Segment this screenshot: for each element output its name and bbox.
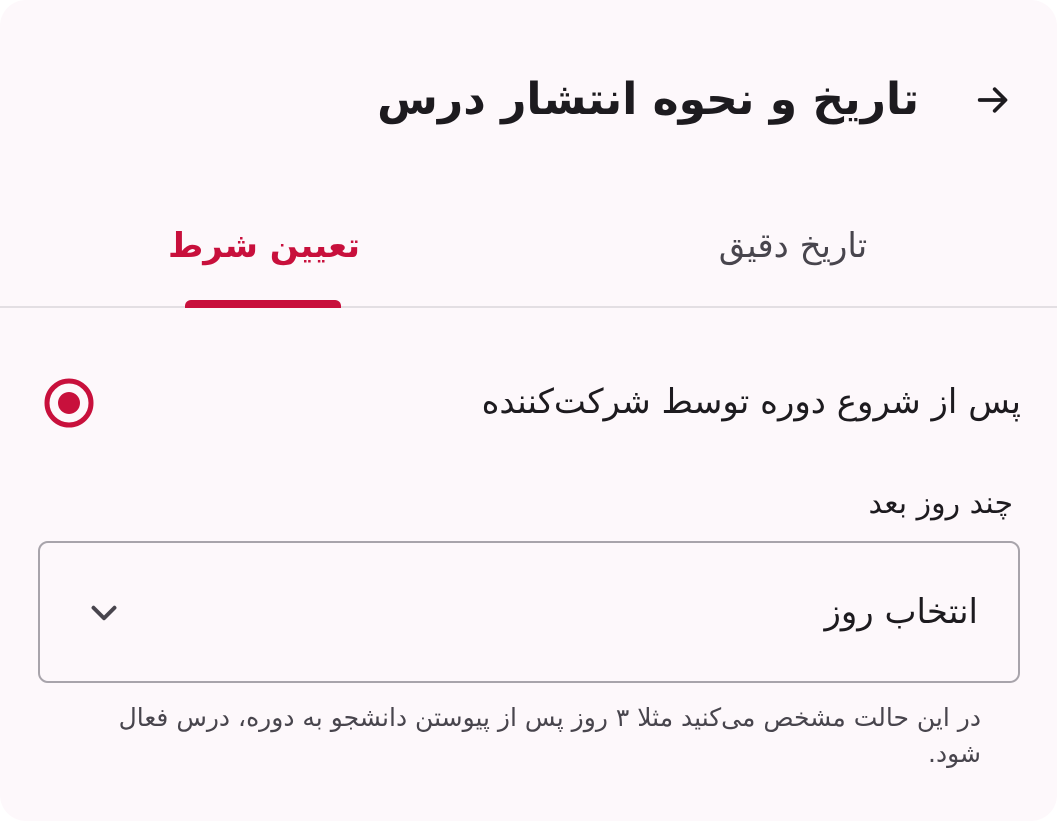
tab-indicator <box>185 300 341 308</box>
helper-text: در این حالت مشخص می‌کنید مثلا ۳ روز پس ا… <box>118 703 981 768</box>
lesson-publish-screen: تاریخ و نحوه انتشار درس تاریخ دقیق تعیین… <box>0 0 1057 821</box>
tab-label: تاریخ دقیق <box>718 226 868 266</box>
days-field-label: چند روز بعد <box>868 486 1013 521</box>
chevron-down-icon <box>91 605 117 621</box>
days-select-value: انتخاب روز <box>824 592 978 632</box>
option-label: پس از شروع دوره توسط شرکت‌کننده <box>481 382 1021 422</box>
arrow-right-icon <box>977 87 1008 113</box>
radio-selected-icon[interactable] <box>42 376 96 430</box>
tab-set-condition[interactable]: تعیین شرط <box>0 210 528 306</box>
tab-label: تعیین شرط <box>167 226 361 266</box>
tab-bar: تاریخ دقیق تعیین شرط <box>0 210 1057 308</box>
top-app-bar: تاریخ و نحوه انتشار درس <box>0 60 1057 140</box>
days-select[interactable]: انتخاب روز <box>38 541 1020 683</box>
page-title: تاریخ و نحوه انتشار درس <box>377 74 919 125</box>
option-after-course-start[interactable]: پس از شروع دوره توسط شرکت‌کننده <box>0 366 1057 438</box>
back-button[interactable] <box>969 76 1017 124</box>
tab-exact-date[interactable]: تاریخ دقیق <box>529 210 1057 306</box>
